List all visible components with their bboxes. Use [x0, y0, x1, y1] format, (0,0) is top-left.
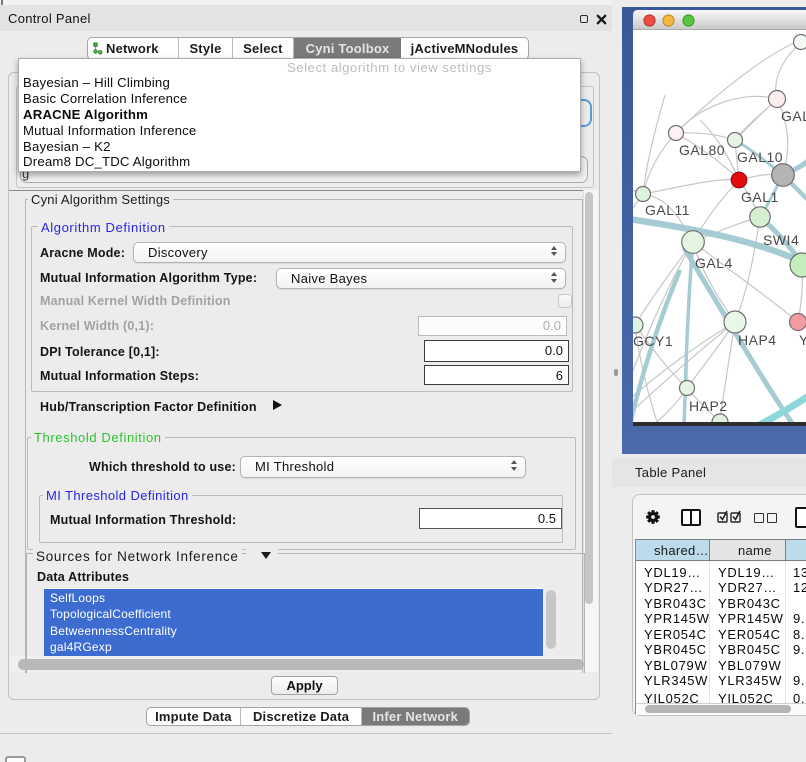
svg-text:GAL10: GAL10 — [737, 149, 783, 165]
svg-text:HAP2: HAP2 — [689, 398, 728, 414]
svg-text:GCY1: GCY1 — [633, 333, 673, 349]
svg-text:GAL11: GAL11 — [645, 202, 690, 218]
svg-text:YM: YM — [799, 332, 806, 348]
svg-text:HAP4: HAP4 — [738, 332, 777, 348]
svg-text:GAL1: GAL1 — [741, 189, 779, 205]
svg-text:GAL2: GAL2 — [781, 108, 806, 124]
svg-text:GAL80: GAL80 — [679, 142, 725, 158]
svg-text:GAL4: GAL4 — [695, 255, 733, 271]
svg-text:SWI4: SWI4 — [763, 232, 799, 248]
